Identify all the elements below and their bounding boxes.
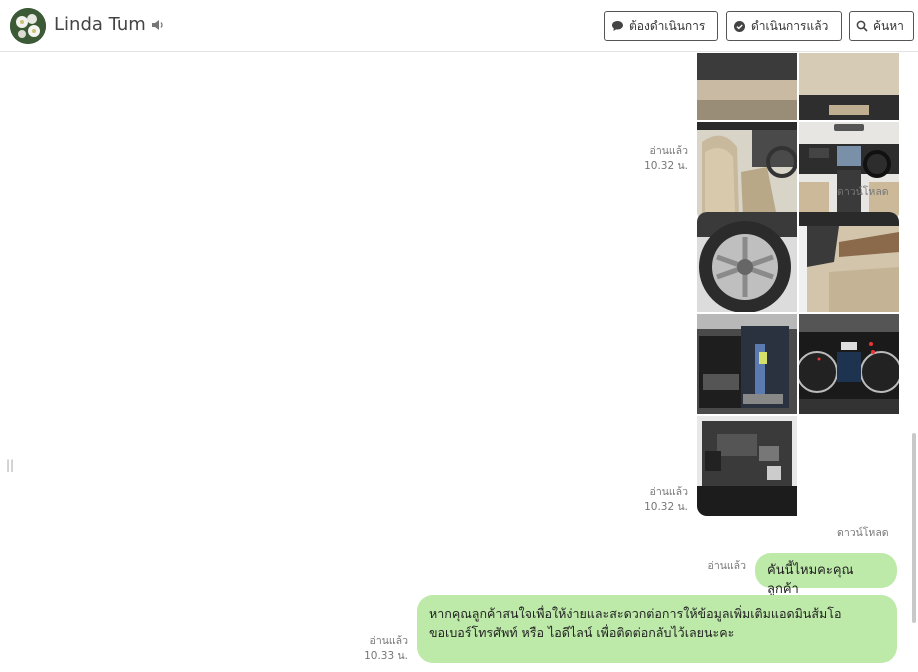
- search-icon: [856, 20, 868, 32]
- car-interior-seats-photo[interactable]: [697, 122, 797, 222]
- car-photo[interactable]: [799, 53, 899, 120]
- message-time: 10.33 น.: [364, 650, 408, 662]
- message-time: 10.32 น.: [644, 160, 688, 172]
- message-time: 10.32 น.: [644, 501, 688, 513]
- car-door-panel-photo[interactable]: [799, 212, 899, 312]
- chat-area[interactable]: อ่านแล้ว 10.32 น. ดาวน์โหลด อ่านแล้ว 10.…: [0, 53, 918, 672]
- message-text-line: ขอเบอร์โทรศัพท์ หรือ ไอดีไลน์ เพื่อติดต่…: [429, 625, 735, 640]
- scrollbar[interactable]: [912, 433, 916, 623]
- car-wheel-photo[interactable]: [697, 212, 797, 312]
- done-button-label: ดำเนินการแล้ว: [751, 18, 829, 33]
- chat-bubble-icon: [612, 21, 623, 31]
- message-text: คันนี้ไหมคะคุณลูกค้า: [767, 563, 854, 597]
- read-status: อ่านแล้ว: [649, 486, 688, 498]
- message-bubble[interactable]: หากคุณลูกค้าสนใจเพื่อให้ง่ายและสะดวกต่อก…: [417, 595, 897, 663]
- speaker-icon[interactable]: [150, 17, 166, 33]
- contact-avatar[interactable]: [10, 8, 46, 44]
- panel-resize-handle[interactable]: ||: [6, 458, 14, 472]
- message-meta: อ่านแล้ว 10.33 น.: [340, 634, 408, 664]
- read-status: อ่านแล้ว: [649, 145, 688, 157]
- message-meta: อ่านแล้ว: [690, 559, 746, 574]
- message-text-line: หากคุณลูกค้าสนใจเพื่อให้ง่ายและสะดวกต่อก…: [429, 606, 842, 621]
- image-grid: [697, 212, 899, 516]
- car-dashboard-photo[interactable]: [799, 122, 899, 222]
- message-bubble[interactable]: คันนี้ไหมคะคุณลูกค้า: [755, 553, 897, 597]
- done-button[interactable]: ดำเนินการแล้ว: [726, 11, 842, 41]
- contact-name: Linda Tum: [54, 14, 146, 35]
- message-meta: อ่านแล้ว 10.32 น.: [620, 485, 688, 515]
- chat-header: Linda Tum ต้องดำเนินการ ดำเนินการแล้ว ค้…: [0, 0, 918, 52]
- car-photo[interactable]: [697, 53, 797, 120]
- car-gauge-cluster-photo[interactable]: [799, 314, 899, 414]
- search-button-label: ค้นหา: [873, 18, 904, 33]
- check-chat-icon: [734, 20, 745, 32]
- read-status: อ่านแล้ว: [369, 635, 408, 647]
- todo-button-label: ต้องดำเนินการ: [629, 18, 706, 33]
- search-button[interactable]: ค้นหา: [849, 11, 914, 41]
- download-link[interactable]: ดาวน์โหลด: [837, 183, 889, 200]
- message-meta: อ่านแล้ว 10.32 น.: [620, 144, 688, 174]
- car-brochure-photo[interactable]: [697, 314, 797, 414]
- car-engine-photo[interactable]: [697, 416, 797, 516]
- read-status: อ่านแล้ว: [707, 560, 746, 572]
- todo-button[interactable]: ต้องดำเนินการ: [604, 11, 718, 41]
- download-link[interactable]: ดาวน์โหลด: [837, 524, 889, 541]
